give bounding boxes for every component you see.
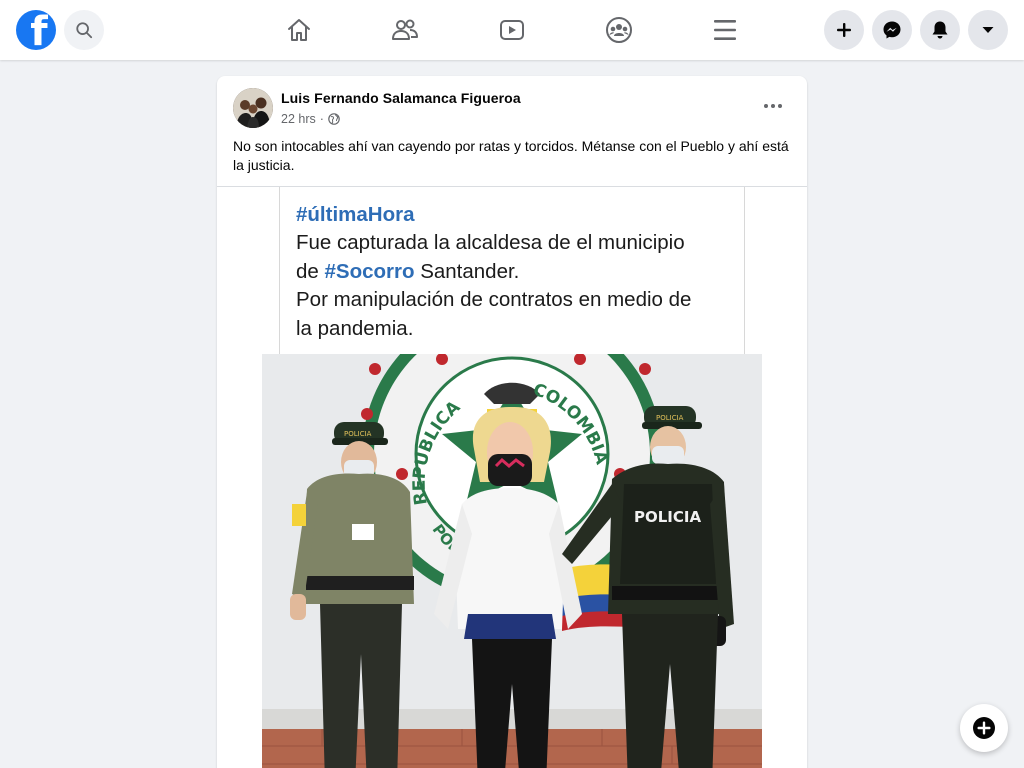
nav-friends-tab[interactable]	[385, 10, 425, 50]
feed-post: Luis Fernando Salamanca Figueroa 22 hrs …	[217, 76, 807, 768]
nav-watch-tab[interactable]	[492, 10, 532, 50]
hamburger-menu-icon	[714, 20, 736, 40]
plus-icon	[837, 23, 851, 37]
arrest-photo-scene: REPUBLICA COLOMBIA POLICIA NACIONAL POLI…	[262, 354, 762, 768]
post-text: No son intocables ahí van cayendo por ra…	[233, 138, 789, 173]
notifications-bell-icon	[932, 21, 948, 39]
image-line-2-suffix: Santander.	[414, 259, 520, 283]
author-avatar[interactable]	[233, 88, 273, 128]
nav-menu-tab[interactable]	[705, 10, 745, 50]
facebook-logo-letter: f	[30, 10, 48, 50]
nav-home-tab[interactable]	[279, 10, 319, 50]
image-line-2-prefix: de	[296, 259, 325, 283]
image-hashtag: #últimaHora	[296, 203, 415, 226]
meta-separator: ·	[319, 112, 324, 126]
caret-down-icon	[982, 27, 994, 33]
image-caption-box: #últimaHora Fue capturada la alcaldesa d…	[279, 187, 745, 355]
search-icon	[76, 22, 93, 39]
left-officer-cap-label: POLICIA	[344, 430, 372, 438]
image-line-4: la pandemia.	[296, 317, 414, 341]
post-options-button[interactable]	[757, 90, 789, 122]
more-options-icon	[764, 104, 782, 108]
image-hashtag-socorro: #Socorro	[324, 259, 415, 283]
globe-icon	[328, 113, 340, 125]
image-line-3: Por manipulación de contratos en medio d…	[296, 288, 692, 312]
avatar-photo	[233, 88, 273, 128]
nav-groups-tab[interactable]	[599, 10, 639, 50]
arrest-photo: REPUBLICA COLOMBIA POLICIA NACIONAL POLI…	[262, 354, 762, 768]
create-button[interactable]	[824, 10, 864, 50]
home-icon	[288, 19, 310, 41]
right-officer-cap-label: POLICIA	[656, 414, 684, 422]
image-line-1: Fue capturada la alcaldesa de el municip…	[296, 231, 685, 254]
post-timestamp[interactable]: 22 hrs	[281, 112, 316, 126]
post-meta: 22 hrs ·	[281, 112, 340, 126]
messenger-button[interactable]	[872, 10, 912, 50]
image-line-2: de #Socorro Santander.	[296, 258, 728, 287]
new-message-button[interactable]	[960, 704, 1008, 752]
messenger-icon	[883, 21, 901, 39]
groups-icon	[606, 17, 632, 43]
notifications-button[interactable]	[920, 10, 960, 50]
friends-icon	[392, 19, 418, 40]
post-image[interactable]: #últimaHora Fue capturada la alcaldesa d…	[217, 187, 807, 768]
video-icon	[500, 20, 524, 40]
compose-plus-icon	[973, 717, 995, 739]
facebook-logo[interactable]: f	[16, 10, 56, 50]
vest-label: POLICIA	[634, 508, 701, 526]
search-button[interactable]	[64, 10, 104, 50]
author-name[interactable]: Luis Fernando Salamanca Figueroa	[281, 90, 521, 106]
top-navigation-bar: f	[0, 0, 1024, 60]
account-menu-button[interactable]	[968, 10, 1008, 50]
